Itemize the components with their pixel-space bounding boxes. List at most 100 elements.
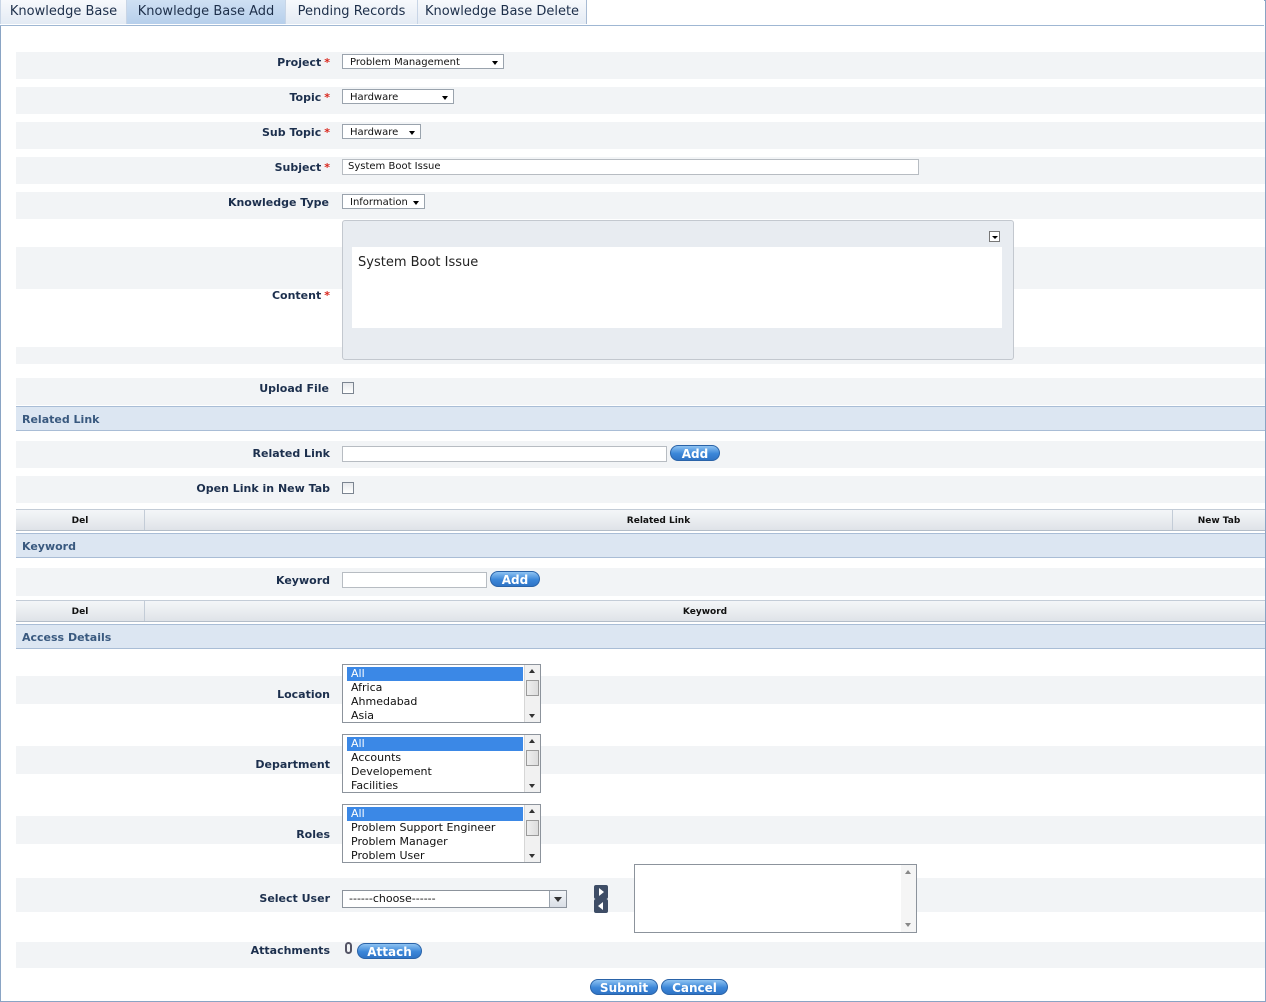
knowledge-type-label: Knowledge Type: [227, 196, 329, 209]
row-roles: [16, 804, 1265, 866]
select-user-value: ------choose------: [349, 892, 436, 905]
scroll-thumb[interactable]: [526, 750, 539, 766]
scroll-up-icon[interactable]: [529, 669, 535, 673]
sub-topic-select[interactable]: Hardware: [342, 124, 421, 139]
col-keyword[interactable]: Keyword: [145, 601, 1265, 621]
dropdown-arrow-icon: [442, 96, 448, 100]
location-scrollbar[interactable]: [524, 665, 540, 722]
section-keyword: Keyword: [16, 533, 1265, 558]
knowledge-type-value: Information: [350, 197, 408, 208]
attach-button[interactable]: Attach: [357, 943, 422, 959]
open-new-tab-checkbox[interactable]: [342, 482, 354, 494]
roles-scrollbar[interactable]: [524, 805, 540, 862]
col-del[interactable]: Del: [16, 510, 145, 530]
department-label: Department: [255, 758, 330, 771]
related-link-add-button[interactable]: Add: [670, 445, 720, 461]
section-access-details: Access Details: [16, 624, 1265, 649]
keyword-add-button[interactable]: Add: [490, 571, 540, 587]
department-listbox[interactable]: All Accounts Developement Facilities: [342, 734, 541, 793]
scroll-up-icon[interactable]: [905, 870, 911, 874]
topic-value: Hardware: [350, 92, 399, 103]
tab-knowledge-base[interactable]: Knowledge Base: [0, 0, 127, 24]
keyword-table-header: Del Keyword: [16, 600, 1265, 622]
project-label: Project *: [277, 56, 330, 69]
roles-label: Roles: [296, 828, 330, 841]
dropdown-arrow-icon: [409, 131, 415, 135]
tab-knowledge-base-delete[interactable]: Knowledge Base Delete: [417, 0, 587, 24]
cancel-button[interactable]: Cancel: [661, 979, 728, 995]
col-del[interactable]: Del: [16, 601, 145, 621]
project-value: Problem Management: [350, 57, 460, 68]
tab-knowledge-base-add[interactable]: Knowledge Base Add: [126, 0, 286, 24]
related-link-table-header: Del Related Link New Tab: [16, 509, 1265, 531]
roles-listbox[interactable]: All Problem Support Engineer Problem Man…: [342, 804, 541, 863]
subject-input[interactable]: System Boot Issue: [342, 159, 919, 175]
knowledge-type-select[interactable]: Information: [342, 194, 425, 209]
list-item[interactable]: Africa: [347, 681, 523, 695]
dropdown-arrow-icon[interactable]: [549, 891, 566, 907]
department-scrollbar[interactable]: [524, 735, 540, 792]
sub-topic-label: Sub Topic *: [262, 126, 330, 139]
keyword-input[interactable]: [342, 572, 487, 588]
move-left-icon[interactable]: [594, 899, 608, 913]
content-label: Content *: [271, 289, 330, 302]
attachments-label: Attachments: [250, 944, 330, 957]
keyword-label: Keyword: [276, 574, 330, 587]
project-select[interactable]: Problem Management: [342, 54, 504, 69]
related-link-input[interactable]: [342, 446, 667, 462]
list-item[interactable]: Asia: [347, 709, 523, 723]
list-item[interactable]: All: [347, 667, 523, 681]
list-item[interactable]: Facilities: [347, 779, 523, 793]
topic-label: Topic *: [289, 91, 330, 104]
list-item[interactable]: All: [347, 807, 523, 821]
list-item[interactable]: Problem User: [347, 849, 523, 863]
list-item[interactable]: Problem Support Engineer: [347, 821, 523, 835]
move-right-icon[interactable]: [594, 885, 608, 899]
scroll-up-icon[interactable]: [529, 809, 535, 813]
submit-button[interactable]: Submit: [590, 979, 658, 995]
editor-menu-icon[interactable]: [989, 231, 1000, 242]
scroll-down-icon[interactable]: [529, 784, 535, 788]
col-related-link[interactable]: Related Link: [145, 510, 1173, 530]
list-item[interactable]: Accounts: [347, 751, 523, 765]
selected-users-listbox[interactable]: [634, 864, 917, 933]
col-new-tab[interactable]: New Tab: [1173, 510, 1265, 530]
content-textarea[interactable]: System Boot Issue: [352, 247, 1002, 328]
related-link-label: Related Link: [252, 447, 330, 460]
scroll-thumb[interactable]: [526, 680, 539, 696]
upload-file-label: Upload File: [259, 382, 329, 395]
dropdown-arrow-icon: [492, 61, 498, 65]
upload-file-checkbox[interactable]: [342, 382, 354, 394]
list-item[interactable]: Ahmedabad: [347, 695, 523, 709]
subject-label: Subject *: [274, 161, 330, 174]
selected-users-scrollbar[interactable]: [901, 865, 916, 932]
select-user-label: Select User: [259, 892, 330, 905]
scroll-down-icon[interactable]: [529, 854, 535, 858]
row-attachments: [16, 934, 1265, 968]
location-listbox[interactable]: All Africa Ahmedabad Asia: [342, 664, 541, 723]
row-topic: [16, 79, 1265, 114]
row-knowledge-type: [16, 184, 1265, 219]
paperclip-icon: [345, 942, 352, 954]
dropdown-arrow-icon: [413, 201, 419, 205]
location-label: Location: [277, 688, 330, 701]
scroll-thumb[interactable]: [526, 820, 539, 836]
row-keyword: [16, 560, 1265, 596]
select-user-combo[interactable]: ------choose------: [342, 890, 567, 908]
scroll-down-icon[interactable]: [905, 923, 911, 927]
list-item[interactable]: All: [347, 737, 523, 751]
sub-topic-value: Hardware: [350, 127, 399, 138]
list-item[interactable]: Developement: [347, 765, 523, 779]
scroll-down-icon[interactable]: [529, 714, 535, 718]
open-new-tab-label: Open Link in New Tab: [196, 482, 330, 495]
row-location: [16, 664, 1265, 726]
topic-select[interactable]: Hardware: [342, 89, 454, 104]
tab-bar: Knowledge Base Knowledge Base Add Pendin…: [0, 0, 1264, 26]
row-department: [16, 734, 1265, 796]
row-project: [16, 44, 1265, 79]
list-item[interactable]: Problem Manager: [347, 835, 523, 849]
scroll-up-icon[interactable]: [529, 739, 535, 743]
content-editor: System Boot Issue: [342, 220, 1014, 360]
tab-pending-records[interactable]: Pending Records: [285, 0, 418, 24]
content-text: System Boot Issue: [358, 255, 479, 270]
